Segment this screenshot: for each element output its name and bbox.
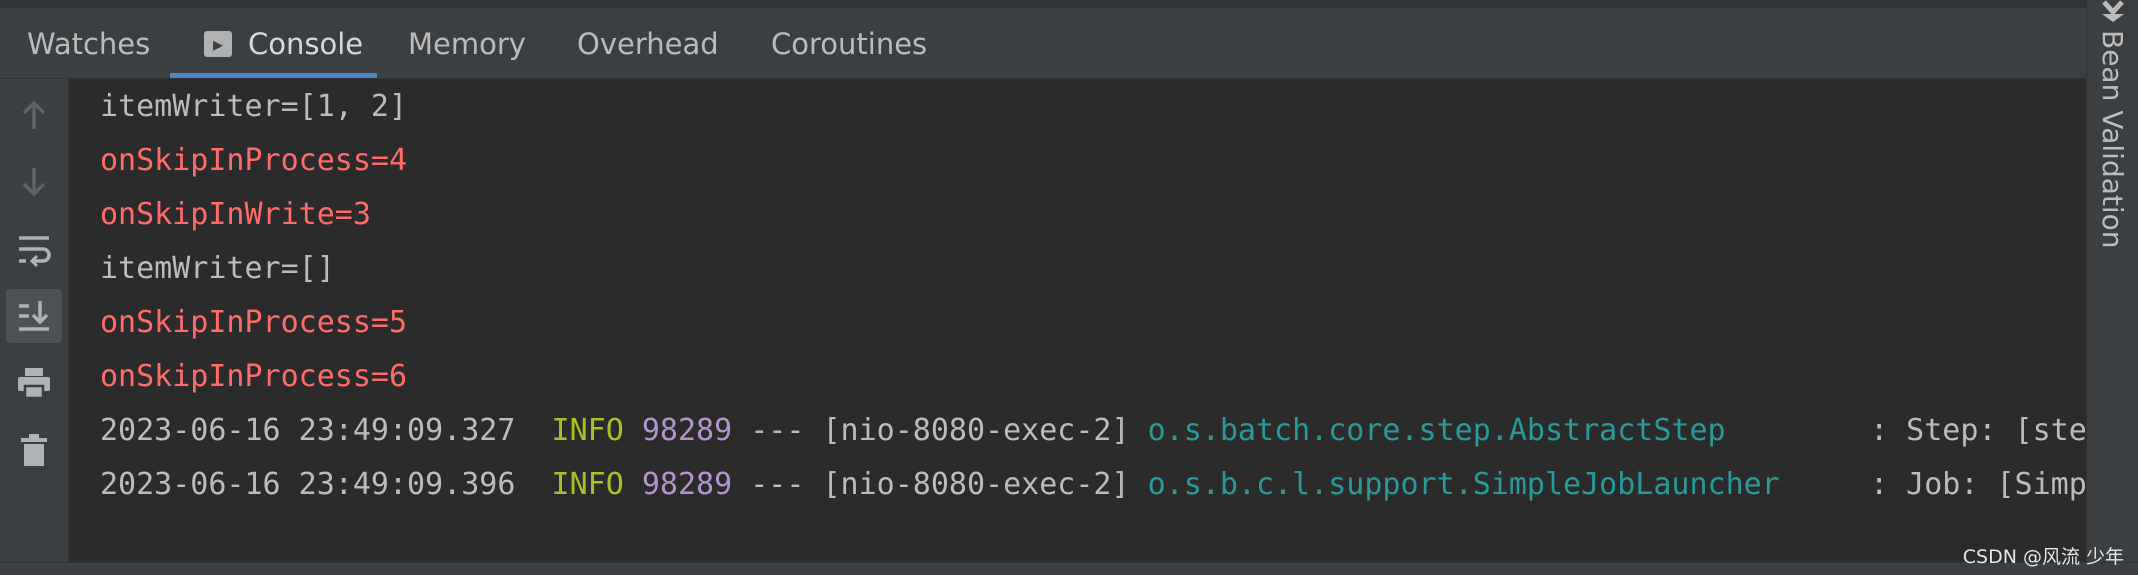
log-logger-link[interactable]: o.s.batch.core.step.AbstractStep [1148,413,1726,448]
soft-wrap-icon [19,236,51,268]
trash-icon [21,434,47,466]
top-border [0,0,2086,10]
log-thread: [nio-8080-exec-2] [822,413,1130,448]
bottom-border [0,562,2138,575]
right-tool-strip: Bean Validation [2086,0,2138,562]
soft-wrap-button[interactable] [6,222,62,276]
console-icon: ▸ [204,31,232,57]
down-button[interactable] [6,155,62,209]
tab-overhead-label: Overhead [577,27,719,61]
arrow-up-icon [22,100,46,129]
up-button[interactable] [6,88,62,142]
tab-console[interactable]: ▸ Console [170,10,377,78]
tab-memory-label: Memory [408,27,526,61]
log-pid: 98289 [641,467,733,502]
console-toolbar [0,79,69,562]
tab-memory[interactable]: Memory [408,10,526,78]
log-timestamp: 2023-06-16 23:49:09.396 [100,467,516,502]
console-line-error: onSkipInProcess=5 [100,305,408,340]
tab-coroutines-label: Coroutines [771,27,928,61]
log-level: INFO [551,467,624,502]
tab-watches-label: Watches [27,27,151,61]
bean-validation-icon [2102,0,2124,22]
log-thread: [nio-8080-exec-2] [822,467,1130,502]
scroll-to-end-button[interactable] [6,289,62,343]
log-separator: --- [750,467,805,502]
watermark: CSDN @风流 少年 [1962,546,2124,568]
log-message: : Job: [Simp [1870,467,2086,502]
log-line: 2023-06-16 23:49:09.396 INFO 98289 --- [… [100,465,2086,505]
tab-coroutines[interactable]: Coroutines [771,10,927,78]
console-line: itemWriter=[] [100,251,335,286]
log-pid: 98289 [641,413,733,448]
tab-watches[interactable]: Watches [27,10,150,78]
log-message: : Step: [ste [1870,413,2086,448]
print-button[interactable] [6,356,62,410]
bean-validation-tab[interactable]: Bean Validation [2096,30,2129,249]
console-line-error: onSkipInProcess=6 [100,359,408,394]
console-line-error: onSkipInProcess=4 [100,143,408,178]
log-timestamp: 2023-06-16 23:49:09.327 [100,413,516,448]
scroll-to-end-icon [19,301,49,331]
active-tab-indicator [170,73,377,78]
console-line: itemWriter=[1, 2] [100,89,408,124]
debugger-tab-bar: Watches ▸ Console Memory Overhead Corout… [0,10,2086,79]
tab-overhead[interactable]: Overhead [577,10,719,78]
log-line: 2023-06-16 23:49:09.327 INFO 98289 --- [… [100,411,2086,451]
log-level: INFO [551,413,624,448]
console-output[interactable]: itemWriter=[1, 2] onSkipInProcess=4 onSk… [70,79,2086,562]
console-line-error: onSkipInWrite=3 [100,197,371,232]
tab-console-label: Console [248,27,364,61]
log-logger-link[interactable]: o.s.b.c.l.support.SimpleJobLauncher [1148,467,1780,502]
log-separator: --- [750,413,805,448]
arrow-down-icon [22,168,46,197]
clear-all-button[interactable] [6,423,62,477]
print-icon [18,368,50,400]
